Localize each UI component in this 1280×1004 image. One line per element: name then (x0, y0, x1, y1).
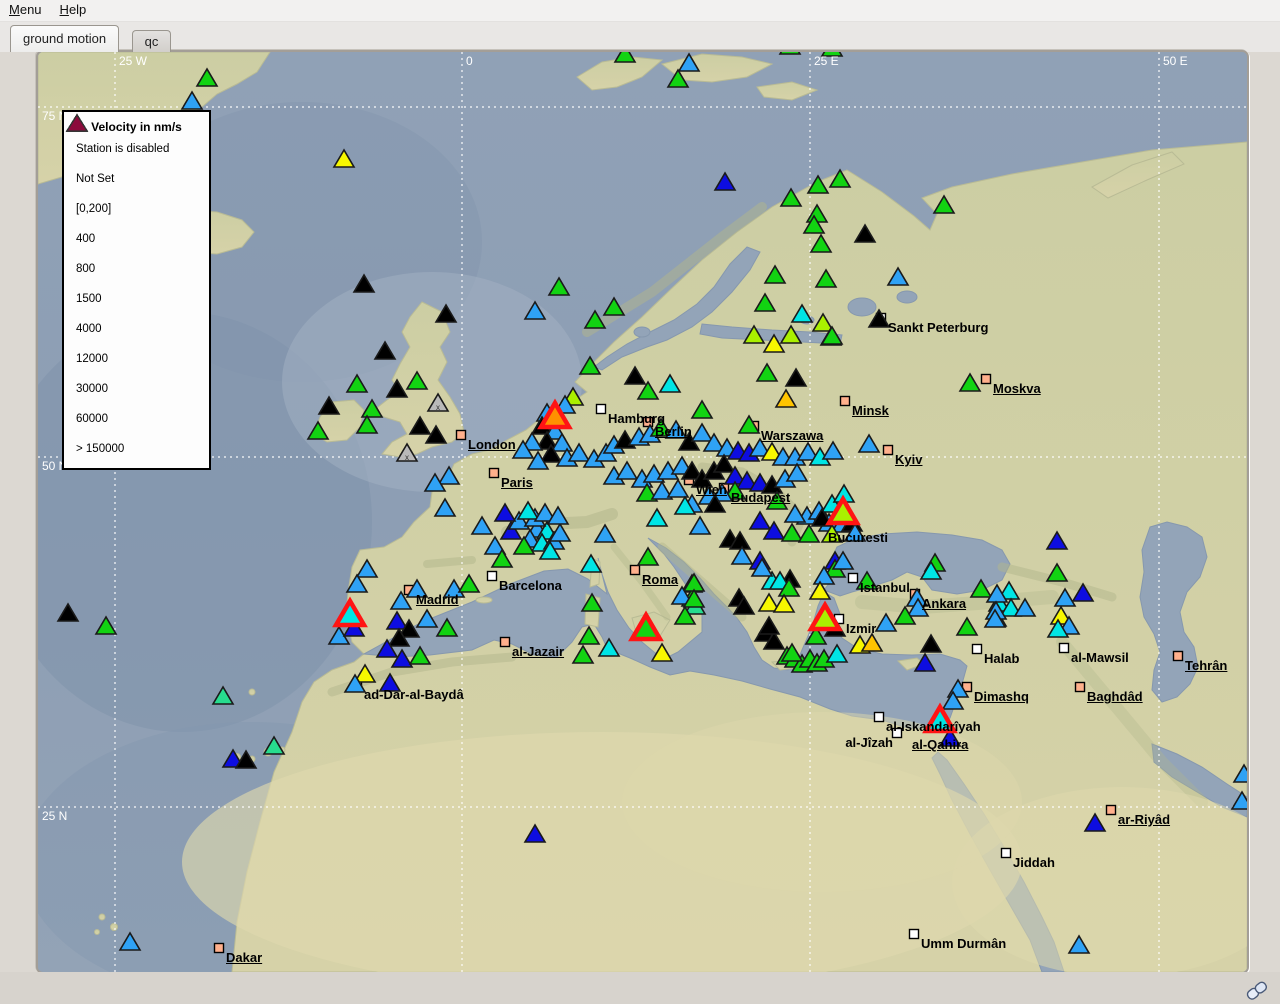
legend-triangle-icon (64, 112, 90, 134)
city-square (457, 431, 466, 440)
city-square (893, 729, 902, 738)
svg-text:x: x (436, 403, 440, 412)
city-square (1076, 683, 1085, 692)
map-view[interactable]: xx 25 W025 E50 E75 N50 N25 NLondonParisH… (36, 50, 1249, 974)
legend-item: 800 (64, 254, 209, 284)
menu-item-help[interactable]: Help (51, 0, 96, 19)
legend-label: 400 (76, 233, 95, 245)
legend-label: 60000 (76, 413, 108, 425)
city-square (910, 930, 919, 939)
city-square (1002, 849, 1011, 858)
city-square (875, 713, 884, 722)
legend-label: Not Set (76, 173, 114, 185)
legend-label: 30000 (76, 383, 108, 395)
connection-status-icon (1244, 978, 1270, 1002)
menu-bar: MenuHelp (0, 0, 1280, 22)
tab-ground-motion[interactable]: ground motion (10, 25, 119, 52)
legend-item: [0,200] (64, 194, 209, 224)
legend-label: > 150000 (76, 443, 124, 455)
status-bar (0, 972, 1280, 1004)
station-marker[interactable] (822, 52, 842, 56)
legend-item: > 150000 (64, 434, 209, 464)
city-square (490, 469, 499, 478)
tab-bar: ground motion qc (0, 22, 1280, 52)
city-square (849, 574, 858, 583)
legend-label: 4000 (76, 323, 102, 335)
tab-qc[interactable]: qc (132, 30, 172, 52)
legend-item: 400 (64, 224, 209, 254)
city-square (841, 397, 850, 406)
city-square (1060, 644, 1069, 653)
legend-label: Station is disabled (76, 143, 169, 155)
station-marker[interactable] (780, 52, 800, 54)
city-square (644, 418, 653, 427)
svg-text:x: x (405, 453, 409, 462)
legend-label: [0,200] (76, 203, 111, 215)
legend-item: Not Set (64, 164, 209, 194)
city-square (884, 446, 893, 455)
legend-item: 1500 (64, 284, 209, 314)
city-square (215, 944, 224, 953)
city-square (488, 572, 497, 581)
menu-item-menu[interactable]: Menu (0, 0, 51, 19)
legend-item: 12000 (64, 344, 209, 374)
city-square (631, 566, 640, 575)
legend-item: 4000 (64, 314, 209, 344)
city-square (973, 645, 982, 654)
map-legend: Velocity in nm/s xStation is disabledNot… (62, 110, 211, 470)
legend-item: 60000 (64, 404, 209, 434)
city-square (597, 405, 606, 414)
legend-item: xStation is disabled (64, 134, 209, 164)
city-square (982, 375, 991, 384)
legend-item: 30000 (64, 374, 209, 404)
city-square (501, 638, 510, 647)
legend-label: 12000 (76, 353, 108, 365)
city-square (1174, 652, 1183, 661)
legend-label: 1500 (76, 293, 102, 305)
legend-label: 800 (76, 263, 95, 275)
city-square (1107, 806, 1116, 815)
